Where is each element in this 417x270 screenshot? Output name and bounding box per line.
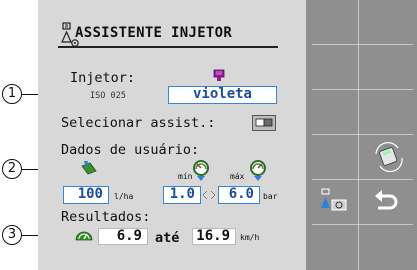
speed-from-field: 6.9	[98, 228, 148, 245]
softkey-bar	[306, 0, 417, 270]
iso-standard-label: ISO 025	[90, 91, 126, 101]
softkey-injector-settings[interactable]	[310, 181, 358, 223]
to-word: até	[155, 230, 180, 246]
return-arrow-icon	[375, 190, 398, 210]
callout-3: 3	[2, 225, 22, 245]
pressure-unit: bar	[263, 192, 278, 201]
softkey-separator	[312, 224, 413, 225]
injector-settings-icon	[321, 188, 347, 211]
callout-2: 2	[2, 159, 22, 179]
select-assist-label: Selecionar assist.:	[61, 115, 216, 131]
injector-label: Injetor:	[70, 70, 136, 86]
max-pressure-gauge-icon	[250, 160, 266, 181]
softkey-return[interactable]	[362, 181, 412, 223]
pressure-min-field[interactable]: 1.0	[163, 186, 201, 204]
softkey-separator	[312, 89, 413, 90]
min-label: mín	[178, 172, 193, 181]
speedometer-icon	[75, 231, 93, 241]
speed-unit: km/h	[240, 233, 260, 242]
rate-unit: l/ha	[114, 192, 134, 201]
title-divider	[58, 46, 278, 48]
callout-1: 1	[2, 84, 22, 104]
user-data-label: Dados de usuário:	[61, 142, 200, 158]
min-pressure-gauge-icon	[193, 160, 209, 181]
softkey-separator	[312, 134, 413, 135]
select-assist-button[interactable]	[252, 115, 276, 131]
softkey-separator	[312, 179, 413, 180]
softkey-separator	[312, 44, 413, 45]
nozzle-color-icon	[213, 69, 225, 81]
softkey-divider	[358, 0, 359, 270]
calculator-cycle-icon	[375, 142, 403, 172]
area-rate-icon	[81, 161, 97, 175]
range-link-icon	[202, 190, 216, 200]
max-label: máx	[230, 172, 245, 181]
page-title: ASSISTENTE INJETOR	[75, 25, 233, 41]
speed-to-field: 16.9	[192, 228, 236, 245]
softkey-calculator[interactable]	[362, 136, 412, 178]
pressure-max-field[interactable]: 6.0	[218, 186, 260, 204]
assist-icon	[255, 118, 273, 127]
results-label: Resultados:	[61, 209, 151, 225]
injector-color-field[interactable]: violeta	[168, 86, 277, 104]
rate-field[interactable]: 100	[63, 186, 109, 204]
